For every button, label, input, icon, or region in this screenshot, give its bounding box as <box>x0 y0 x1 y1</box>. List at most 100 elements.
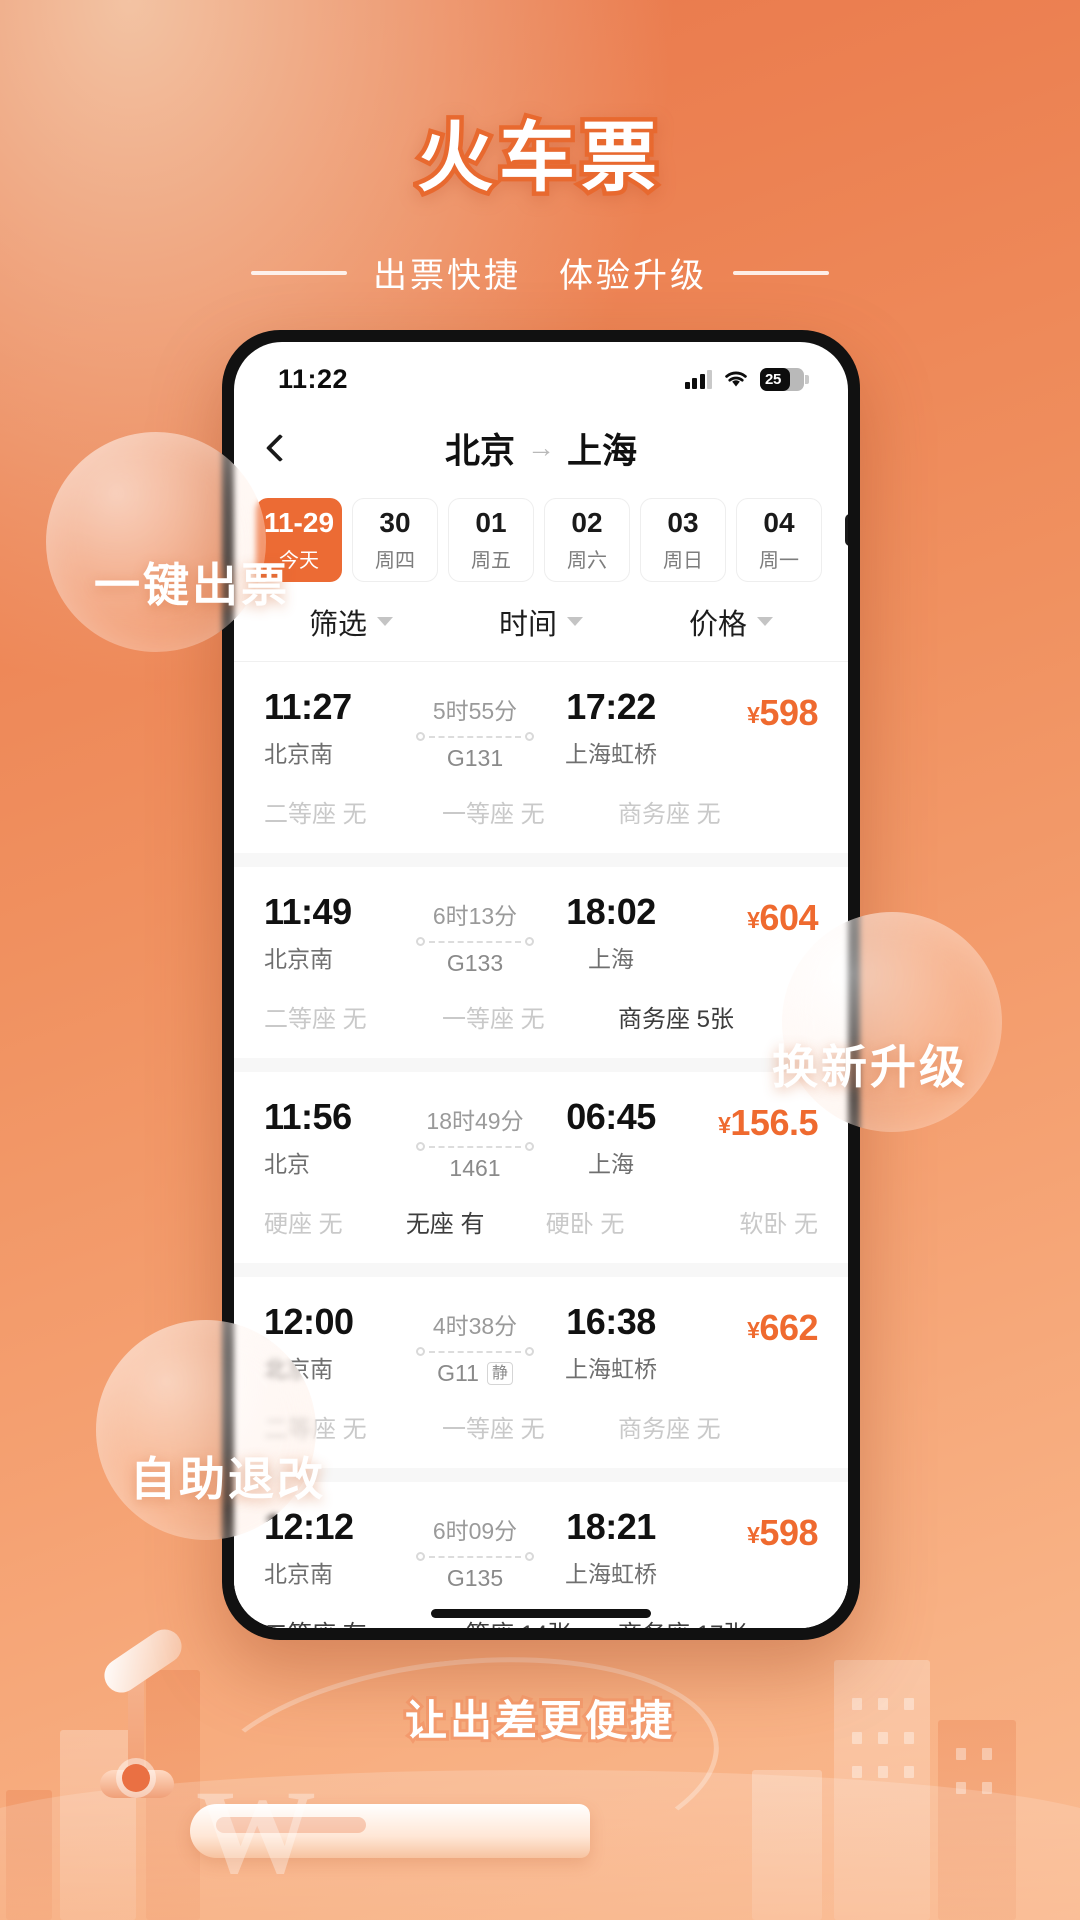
date-chip-date: 11-29 <box>263 507 335 538</box>
ticket-price: ¥156.5 <box>686 1102 818 1144</box>
filter-bar: 筛选 时间 价格 <box>234 582 848 662</box>
duration-column: 5时55分 G131 <box>414 688 536 772</box>
departure-column: 12:12 北京南 <box>264 1506 414 1589</box>
train-number-row: G135 <box>414 1565 536 1592</box>
date-chip[interactable]: 01 周五 <box>448 498 534 582</box>
feature-bubble-one-label: 一键出票 <box>94 559 290 611</box>
train-row[interactable]: 11:49 北京南 6时13分 G133 18:02 上海 ¥604 二等座 无 一等座 无 商务… <box>234 867 848 1072</box>
date-chip[interactable]: 02 周六 <box>544 498 630 582</box>
date-chip-day: 周六 <box>567 550 607 572</box>
ticket-price: ¥604 <box>686 897 818 939</box>
date-chip-date: 01 <box>475 507 507 538</box>
seat-availability: 一等座 无 <box>442 801 545 828</box>
departure-column: 11:49 北京南 <box>264 892 414 974</box>
date-chip-day: 周一 <box>759 550 799 572</box>
route-arrow-icon: → <box>527 432 555 463</box>
seat-availability: 硬座 无 <box>264 1211 343 1238</box>
chevron-down-icon <box>567 617 583 626</box>
train-number: G131 <box>446 745 504 771</box>
divider-left <box>251 270 347 275</box>
price-column: ¥604 <box>686 893 818 939</box>
seat-availability: 二等座 无 <box>264 1006 367 1033</box>
departure-station: 北京南 <box>264 1560 333 1587</box>
filter-3[interactable]: 价格 <box>636 601 826 643</box>
feature-bubble-three: 自助退改 <box>96 1320 323 1540</box>
promo-poster: W 火车票 出票快捷 体验升级 11:22 25 北京 → 上海 11-29 今… <box>0 0 1080 1920</box>
train-illustration <box>190 1804 590 1858</box>
calendar-button[interactable] <box>832 498 848 567</box>
date-chip[interactable]: 30 周四 <box>352 498 438 582</box>
arrival-time: 17:22 <box>566 686 656 727</box>
hero-subtitle: 出票快捷 体验升级 <box>373 248 707 297</box>
departure-station: 北京南 <box>264 740 333 767</box>
train-number-row: G133 <box>414 950 536 977</box>
currency-symbol: ¥ <box>718 1112 731 1138</box>
train-row[interactable]: 12:00北京南4时38分G11静16:38上海虹桥¥662二等座 无一等座 无… <box>234 1277 848 1482</box>
departure-time: 11:27 <box>264 686 352 727</box>
divider-right <box>733 270 829 275</box>
seat-availability: 商务座 无 <box>618 801 721 828</box>
battery-level: 25 <box>765 370 782 388</box>
date-chip[interactable]: 03 周日 <box>640 498 726 582</box>
route-line-graphic <box>414 1347 536 1356</box>
date-chip-date: 02 <box>571 507 603 538</box>
arrival-time: 18:02 <box>566 891 656 932</box>
duration-column: 6时13分 G133 <box>414 893 536 977</box>
arrival-time: 16:38 <box>566 1301 656 1342</box>
chevron-down-icon <box>757 617 773 626</box>
quiet-carriage-badge: 静 <box>486 1361 513 1386</box>
train-row-main: 12:12 北京南 6时09分 G135 18:21 上海虹桥 ¥598 <box>264 1506 818 1592</box>
hero-section: 火车票 出票快捷 体验升级 <box>0 0 1080 297</box>
train-number: G135 <box>446 1565 504 1591</box>
arrival-station: 上海 <box>588 1150 634 1177</box>
seat-availability: 无座 有 <box>405 1211 485 1238</box>
train-row-main: 12:00 北京南 4时38分 G11 静 16:38 上海虹桥 ¥662 <box>264 1301 818 1387</box>
status-bar-icons: 25 <box>684 367 809 391</box>
destination-city: 上海 <box>567 431 638 471</box>
filter-label: 时间 <box>498 608 557 641</box>
price-column: ¥598 <box>686 1508 818 1554</box>
train-list[interactable]: 11:27 北京南 5时55分 G131 17:22 上海虹桥 ¥598 二等座 无一等座 无… <box>234 662 848 1628</box>
train-row[interactable]: 12:12北京南6时09分G13518:21上海虹桥¥598二等座 有一等座 1… <box>234 1482 848 1628</box>
departure-time: 11:56 <box>264 1096 352 1137</box>
train-row-main: 11:27 北京南 5时55分 G131 17:22 上海虹桥 ¥598 <box>264 686 818 772</box>
seat-row: 二等座 无一等座 无商务座 无 <box>264 1409 818 1444</box>
train-row-main: 11:56 北京 18时49分 1461 06:45 上海 ¥156.5 <box>264 1096 818 1182</box>
phone-screen: 11:22 25 北京 → 上海 11-29 今天 30 周四 01 周五 02… <box>234 342 848 1628</box>
wifi-icon <box>725 371 747 387</box>
ticket-price: ¥662 <box>686 1307 818 1349</box>
arrival-station: 上海虹桥 <box>565 1355 657 1382</box>
trip-duration: 18时49分 <box>426 1108 524 1134</box>
train-number: G133 <box>446 950 504 976</box>
arrival-column: 18:21 上海虹桥 <box>536 1507 686 1589</box>
price-value: 604 <box>759 897 818 938</box>
date-chip-date: 04 <box>763 507 795 538</box>
date-selector: 11-29 今天 30 周四 01 周五 02 周六 03 周日 04 周一 <box>234 490 848 582</box>
duration-column: 18时49分 1461 <box>414 1098 536 1182</box>
train-row[interactable]: 11:27 北京南 5时55分 G131 17:22 上海虹桥 ¥598 二等座 无 一等座 无… <box>234 662 848 867</box>
trip-duration: 5时55分 <box>432 698 518 724</box>
date-chip[interactable]: 04 周一 <box>736 498 822 582</box>
battery-icon: 25 <box>760 367 809 391</box>
feature-bubble-two: 换新升级 <box>772 912 1002 1132</box>
seat-availability: 商务座 5张 <box>618 1006 735 1033</box>
route-line-graphic <box>414 937 536 946</box>
decorative-letter: W <box>196 1765 316 1898</box>
date-chip-day: 周五 <box>471 550 511 572</box>
price-value: 156.5 <box>730 1102 818 1143</box>
filter-2[interactable]: 时间 <box>446 601 636 643</box>
signal-bars-icon <box>684 369 712 389</box>
departure-station: 北京 <box>264 1150 310 1177</box>
departure-time: 12:12 <box>264 1506 354 1547</box>
date-chip-date: 03 <box>667 507 699 538</box>
route-line-graphic <box>414 1142 536 1151</box>
arrival-station: 上海 <box>588 945 634 972</box>
price-value: 598 <box>759 1512 818 1553</box>
feature-bubble-three-label: 自助退改 <box>130 1453 326 1505</box>
train-number-row: 1461 <box>414 1155 536 1182</box>
feature-bubble-one: 一键出票 <box>46 432 287 652</box>
route-line-graphic <box>414 732 536 741</box>
seat-availability: 二等座 无 <box>264 801 367 828</box>
train-row[interactable]: 11:56 北京 18时49分 1461 06:45 上海 ¥156.5 硬座 无 无座 有 硬卧… <box>234 1072 848 1277</box>
seat-availability: 一等座 无 <box>442 1006 545 1033</box>
